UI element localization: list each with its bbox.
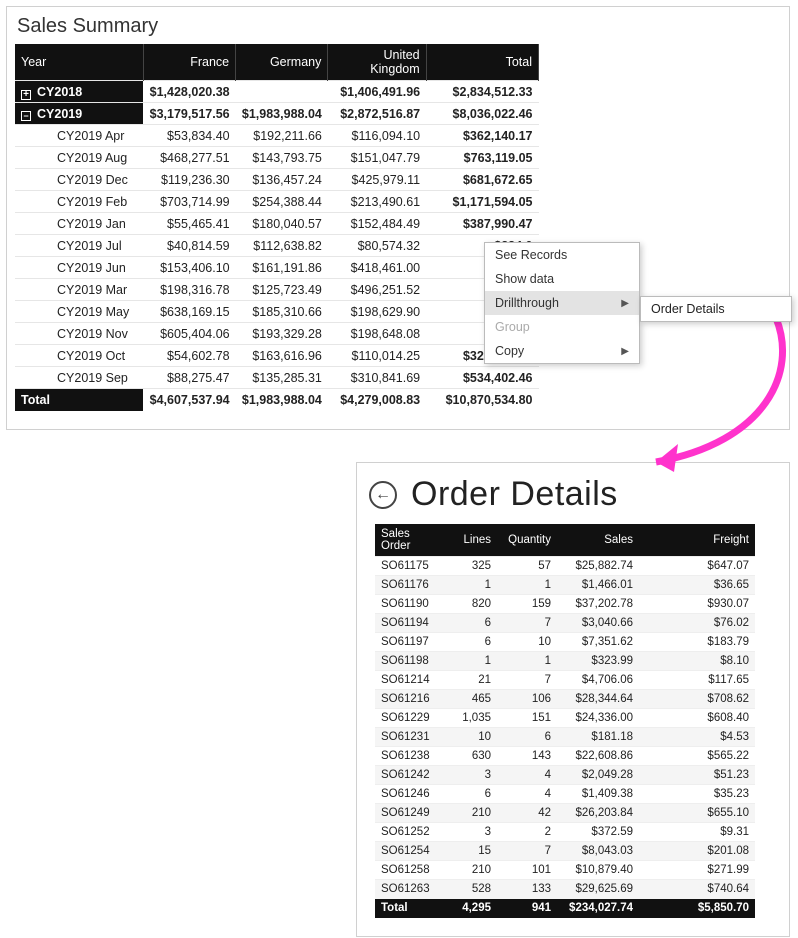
- table-row[interactable]: SO61216465106$28,344.64$708.62: [375, 690, 755, 709]
- drillthrough-submenu[interactable]: Order Details: [640, 296, 792, 322]
- table-row[interactable]: SO61214217$4,706.06$117.65: [375, 671, 755, 690]
- table-row[interactable]: CY2018$1,428,020.38$1,406,491.96$2,834,5…: [15, 81, 539, 103]
- table-row[interactable]: SO612291,035151$24,336.00$608.40: [375, 709, 755, 728]
- summary-footer-row: Total $4,607,537.94 $1,983,988.04 $4,279…: [15, 389, 539, 411]
- chevron-right-icon: ▶: [621, 346, 629, 357]
- col-quantity[interactable]: Quantity: [497, 524, 557, 557]
- table-row[interactable]: CY2019 Mar$198,316.78$125,723.49$496,251…: [15, 279, 539, 301]
- col-france[interactable]: France: [143, 44, 235, 81]
- details-footer-row: Total 4,295 941 $234,027.74 $5,850.70: [375, 899, 755, 918]
- col-year[interactable]: Year: [15, 44, 143, 81]
- order-details-panel: ← Order Details Sales Order Lines Quanti…: [356, 462, 790, 937]
- table-row[interactable]: SO61263528133$29,625.69$740.64: [375, 880, 755, 899]
- col-lines[interactable]: Lines: [447, 524, 497, 557]
- context-menu-item: Group: [485, 315, 639, 339]
- table-row[interactable]: CY2019 Apr$53,834.40$192,211.66$116,094.…: [15, 125, 539, 147]
- order-details-table: Sales Order Lines Quantity Sales Freight…: [375, 524, 755, 918]
- table-row[interactable]: SO61254157$8,043.03$201.08: [375, 842, 755, 861]
- summary-header-row: Year France Germany United Kingdom Total: [15, 44, 539, 81]
- chevron-right-icon: ▶: [621, 298, 629, 309]
- col-total[interactable]: Total: [426, 44, 538, 81]
- sales-summary-title: Sales Summary: [15, 13, 781, 44]
- col-spacer: [639, 524, 685, 557]
- back-button[interactable]: ←: [369, 481, 397, 509]
- table-row[interactable]: SO6119467$3,040.66$76.02: [375, 614, 755, 633]
- table-row[interactable]: CY2019 Feb$703,714.99$254,388.44$213,490…: [15, 191, 539, 213]
- table-row[interactable]: CY2019 May$638,169.15$185,310.66$198,629…: [15, 301, 539, 323]
- sales-summary-table: Year France Germany United Kingdom Total…: [15, 44, 539, 411]
- submenu-item-order-details[interactable]: Order Details: [651, 302, 725, 316]
- table-row[interactable]: CY2019 Sep$88,275.47$135,285.31$310,841.…: [15, 367, 539, 389]
- context-menu-item[interactable]: Show data: [485, 267, 639, 291]
- table-row[interactable]: SO6117532557$25,882.74$647.07: [375, 557, 755, 576]
- table-row[interactable]: SO61197610$7,351.62$183.79: [375, 633, 755, 652]
- sales-summary-panel: Sales Summary Year France Germany United…: [6, 6, 790, 430]
- table-row[interactable]: CY2019 Jan$55,465.41$180,040.57$152,484.…: [15, 213, 539, 235]
- table-row[interactable]: SO61258210101$10,879.40$271.99: [375, 861, 755, 880]
- table-row[interactable]: SO6117611$1,466.01$36.65: [375, 576, 755, 595]
- context-menu-item[interactable]: Drillthrough▶: [485, 291, 639, 315]
- table-row[interactable]: CY2019 Dec$119,236.30$136,457.24$425,979…: [15, 169, 539, 191]
- table-row[interactable]: CY2019$3,179,517.56$1,983,988.04$2,872,5…: [15, 103, 539, 125]
- table-row[interactable]: SO61238630143$22,608.86$565.22: [375, 747, 755, 766]
- expand-icon[interactable]: [21, 90, 31, 100]
- context-menu-item[interactable]: See Records: [485, 243, 639, 267]
- table-row[interactable]: CY2019 Aug$468,277.51$143,793.75$151,047…: [15, 147, 539, 169]
- table-row[interactable]: SO61190820159$37,202.78$930.07: [375, 595, 755, 614]
- table-row[interactable]: SO6124664$1,409.38$35.23: [375, 785, 755, 804]
- table-row[interactable]: CY2019 Jul$40,814.59$112,638.82$80,574.3…: [15, 235, 539, 257]
- table-row[interactable]: CY2019 Oct$54,602.78$163,616.96$110,014.…: [15, 345, 539, 367]
- col-sales[interactable]: Sales: [557, 524, 639, 557]
- table-row[interactable]: CY2019 Nov$605,404.06$193,329.28$198,648…: [15, 323, 539, 345]
- order-details-title: Order Details: [411, 475, 618, 514]
- arrow-left-icon: ←: [375, 486, 391, 504]
- table-row[interactable]: SO6124234$2,049.28$51.23: [375, 766, 755, 785]
- col-germany[interactable]: Germany: [236, 44, 328, 81]
- table-row[interactable]: SO6124921042$26,203.84$655.10: [375, 804, 755, 823]
- footer-label: Total: [15, 389, 143, 411]
- context-menu: See RecordsShow dataDrillthrough▶GroupCo…: [484, 242, 640, 364]
- col-uk[interactable]: United Kingdom: [328, 44, 426, 81]
- table-row[interactable]: SO61231106$181.18$4.53: [375, 728, 755, 747]
- context-menu-item[interactable]: Copy▶: [485, 339, 639, 363]
- col-sales-order[interactable]: Sales Order: [375, 524, 447, 557]
- collapse-icon[interactable]: [21, 111, 31, 121]
- col-freight[interactable]: Freight: [685, 524, 755, 557]
- table-row[interactable]: SO6125232$372.59$9.31: [375, 823, 755, 842]
- details-header-row: Sales Order Lines Quantity Sales Freight: [375, 524, 755, 557]
- table-row[interactable]: SO6119811$323.99$8.10: [375, 652, 755, 671]
- table-row[interactable]: CY2019 Jun$153,406.10$161,191.86$418,461…: [15, 257, 539, 279]
